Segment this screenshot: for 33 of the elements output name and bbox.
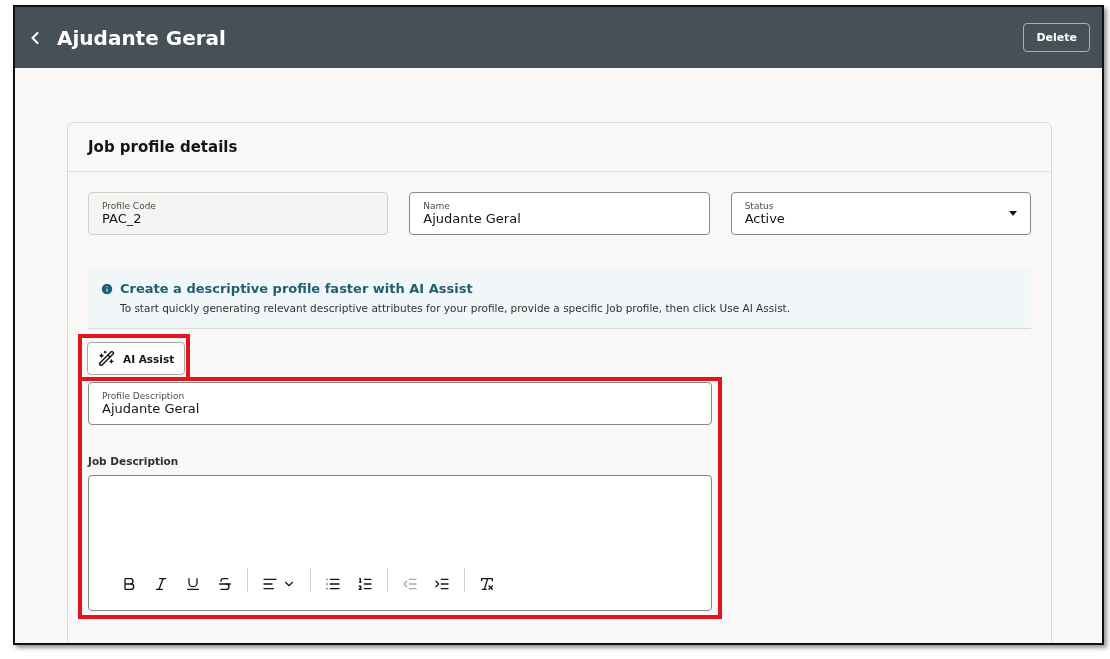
delete-button[interactable]: Delete [1023,23,1090,52]
field-value: Ajudante Geral [423,211,522,226]
field-label: Status [744,201,775,211]
field-label: Profile Code [102,201,157,211]
ai-assist-button[interactable]: AI Assist [87,342,186,375]
clear-formatting-icon [479,576,495,592]
bold-icon [121,576,137,592]
input-field[interactable]: Profile Code PAC_2 [88,192,389,235]
field-label: Name [423,201,451,211]
field-label: Profile Description [102,391,186,401]
page-title: Ajudante Geral [57,25,227,50]
info-icon [100,281,114,296]
magic-wand-icon [98,350,115,367]
bulleted-list-icon [325,576,341,592]
dropdown-caret-icon [1009,211,1017,216]
strikethrough-icon [217,576,233,592]
outdent-icon [402,576,418,592]
indent-icon [434,576,450,592]
status-dropdown[interactable]: Status Active [730,192,1031,235]
field-label: Job Description [88,455,180,467]
card-title: Job profile details [68,123,1051,172]
italic-icon [153,576,169,592]
banner-text: To start quickly generating relevant descriptive attributes for your profile, provide a specific Job profile, then click Use AI Assist. [119,302,792,314]
field-value: PAC_2 [102,211,143,226]
field-value: Ajudante Geral [102,401,201,416]
underline-icon [185,576,201,592]
rich-text-editor[interactable] [88,475,712,611]
field-value: Active [744,211,786,226]
input-field[interactable]: Name Ajudante Geral [409,192,710,235]
align-left-icon [262,576,278,592]
numbered-list-icon [357,576,373,592]
input-field[interactable]: Profile Description Ajudante Geral [88,382,712,425]
banner-title: Create a descriptive profile faster with AI Assist [120,281,473,296]
